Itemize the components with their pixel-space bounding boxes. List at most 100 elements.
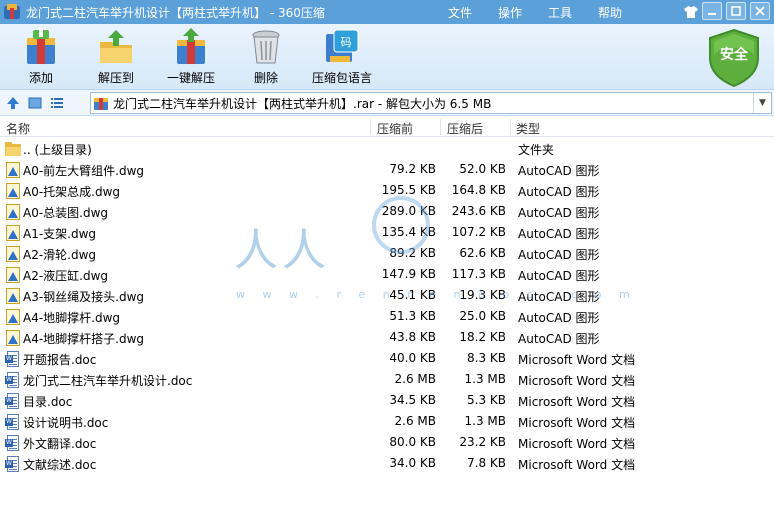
archive-language-button[interactable]: 码 压缩包语言: [306, 28, 378, 88]
file-type: Microsoft Word 文档: [518, 374, 636, 388]
autocad-file-icon: [5, 162, 21, 178]
title-bar: 龙门式二柱汽车举升机设计【两柱式举升机】 - 360压缩 文件 操作 工具 帮助: [0, 0, 774, 24]
file-name: 目录.doc: [23, 395, 73, 409]
word-doc-icon: W: [5, 393, 21, 409]
archive-language-label: 压缩包语言: [311, 71, 372, 85]
menu-help[interactable]: 帮助: [598, 4, 622, 21]
table-row[interactable]: A1-支架.dwg 135.4 KB 107.2 KB AutoCAD 图形: [0, 222, 774, 243]
table-row[interactable]: W 外文翻译.doc 80.0 KB 23.2 KB Microsoft Word 文档: [0, 432, 774, 453]
file-name: A0-托架总成.dwg: [23, 185, 121, 199]
autocad-file-icon: [5, 204, 21, 220]
file-size-original: 107.2 KB: [451, 225, 506, 239]
thumbnail-view-icon[interactable]: [26, 94, 44, 112]
file-name: A4-地脚撑杆.dwg: [23, 311, 121, 325]
table-row[interactable]: W 龙门式二柱汽车举升机设计.doc 2.6 MB 1.3 MB Microsoft W…: [0, 369, 774, 390]
archive-icon: [93, 95, 109, 111]
menu-tools[interactable]: 工具: [548, 4, 572, 21]
file-size-compressed: 43.8 KB: [389, 330, 436, 344]
file-size-compressed: 45.1 KB: [389, 288, 436, 302]
file-size-original: 7.8 KB: [467, 456, 506, 470]
file-type: Microsoft Word 文档: [518, 395, 636, 409]
autocad-file-icon: [5, 288, 21, 304]
file-type: AutoCAD 图形: [518, 311, 600, 325]
table-row[interactable]: W 目录.doc 34.5 KB 5.3 KB Microsoft Word 文档: [0, 390, 774, 411]
file-size-original: 23.2 KB: [459, 435, 506, 449]
safe-shield-badge[interactable]: 安全: [706, 28, 762, 88]
file-type: Microsoft Word 文档: [518, 437, 636, 451]
folder-icon: [5, 141, 21, 157]
one-click-extract-label: 一键解压: [166, 71, 215, 85]
table-row[interactable]: A4-地脚撑杆.dwg 51.3 KB 25.0 KB AutoCAD 图形: [0, 306, 774, 327]
table-row[interactable]: W 文献综述.doc 34.0 KB 7.8 KB Microsoft Word 文档: [0, 453, 774, 474]
file-type: AutoCAD 图形: [518, 227, 600, 241]
file-name: 开题报告.doc: [23, 353, 97, 367]
extract-to-button[interactable]: 解压到: [83, 28, 149, 88]
autocad-file-icon: [5, 330, 21, 346]
file-name: A0-总装图.dwg: [23, 206, 109, 220]
table-row[interactable]: W 设计说明书.doc 2.6 MB 1.3 MB Microsoft Word 文档: [0, 411, 774, 432]
file-size-compressed: 289.0 KB: [381, 204, 436, 218]
svg-text:码: 码: [341, 36, 352, 49]
file-type: AutoCAD 图形: [518, 332, 600, 346]
file-name: A2-液压缸.dwg: [23, 269, 109, 283]
file-size-compressed: 2.6 MB: [394, 414, 436, 428]
maximize-icon[interactable]: [726, 2, 746, 20]
archive-language-icon: 码: [322, 28, 362, 66]
file-size-compressed: 195.5 KB: [381, 183, 436, 197]
column-type[interactable]: 类型: [516, 120, 540, 137]
column-original[interactable]: 压缩后: [447, 120, 483, 137]
file-type: AutoCAD 图形: [518, 206, 600, 220]
file-name: 文献综述.doc: [23, 458, 97, 472]
word-doc-icon: W: [5, 414, 21, 430]
file-type: Microsoft Word 文档: [518, 416, 636, 430]
table-row[interactable]: W 开题报告.doc 40.0 KB 8.3 KB Microsoft Word 文档: [0, 348, 774, 369]
file-size-compressed: 2.6 MB: [394, 372, 436, 386]
delete-button[interactable]: 删除: [233, 28, 299, 88]
file-type: AutoCAD 图形: [518, 248, 600, 262]
address-bar: 龙门式二柱汽车举升机设计【两柱式举升机】.rar - 解包大小为 6.5 MB …: [0, 90, 774, 116]
table-row[interactable]: A2-滑轮.dwg 89.2 KB 62.6 KB AutoCAD 图形: [0, 243, 774, 264]
column-name[interactable]: 名称: [6, 120, 30, 137]
word-doc-icon: W: [5, 351, 21, 367]
list-view-icon[interactable]: [48, 94, 66, 112]
autocad-file-icon: [5, 267, 21, 283]
file-name: A1-支架.dwg: [23, 227, 97, 241]
path-field[interactable]: 龙门式二柱汽车举升机设计【两柱式举升机】.rar - 解包大小为 6.5 MB …: [90, 92, 772, 114]
menu-file[interactable]: 文件: [448, 4, 472, 21]
table-row[interactable]: A4-地脚撑杆搭子.dwg 43.8 KB 18.2 KB AutoCAD 图形: [0, 327, 774, 348]
file-size-compressed: 34.0 KB: [389, 456, 436, 470]
menu-bar: 文件 操作 工具 帮助: [448, 0, 648, 24]
autocad-file-icon: [5, 246, 21, 262]
word-doc-icon: W: [5, 456, 21, 472]
add-label: 添加: [28, 71, 53, 85]
close-icon[interactable]: [750, 2, 770, 20]
table-row[interactable]: A0-总装图.dwg 289.0 KB 243.6 KB AutoCAD 图形: [0, 201, 774, 222]
table-row[interactable]: A2-液压缸.dwg 147.9 KB 117.3 KB AutoCAD 图形: [0, 264, 774, 285]
table-row[interactable]: A0-托架总成.dwg 195.5 KB 164.8 KB AutoCAD 图形: [0, 180, 774, 201]
menu-operation[interactable]: 操作: [498, 4, 522, 21]
trash-icon: [246, 28, 286, 66]
file-size-compressed: 40.0 KB: [389, 351, 436, 365]
file-size-compressed: 147.9 KB: [381, 267, 436, 281]
column-compressed[interactable]: 压缩前: [377, 120, 413, 137]
file-type: AutoCAD 图形: [518, 269, 600, 283]
table-row[interactable]: A3-钢丝绳及接头.dwg 45.1 KB 19.3 KB AutoCAD 图形: [0, 285, 774, 306]
file-size-original: 164.8 KB: [451, 183, 506, 197]
file-name: 外文翻译.doc: [23, 437, 97, 451]
file-size-compressed: 89.2 KB: [389, 246, 436, 260]
path-dropdown-icon[interactable]: ▼: [753, 93, 771, 113]
file-size-original: 62.6 KB: [459, 246, 506, 260]
delete-label: 删除: [253, 71, 278, 85]
minimize-icon[interactable]: [702, 2, 722, 20]
file-size-original: 8.3 KB: [467, 351, 506, 365]
file-name: 设计说明书.doc: [23, 416, 109, 430]
add-button[interactable]: 添加: [8, 28, 74, 88]
table-row[interactable]: .. (上级目录) 文件夹: [0, 138, 774, 159]
one-click-extract-button[interactable]: 一键解压: [158, 28, 224, 88]
up-arrow-icon[interactable]: [4, 94, 22, 112]
file-name: A3-钢丝绳及接头.dwg: [23, 290, 145, 304]
file-name: 龙门式二柱汽车举升机设计.doc: [23, 374, 193, 388]
file-type: AutoCAD 图形: [518, 185, 600, 199]
table-row[interactable]: A0-前左大臂组件.dwg 79.2 KB 52.0 KB AutoCAD 图形: [0, 159, 774, 180]
file-size-original: 52.0 KB: [459, 162, 506, 176]
